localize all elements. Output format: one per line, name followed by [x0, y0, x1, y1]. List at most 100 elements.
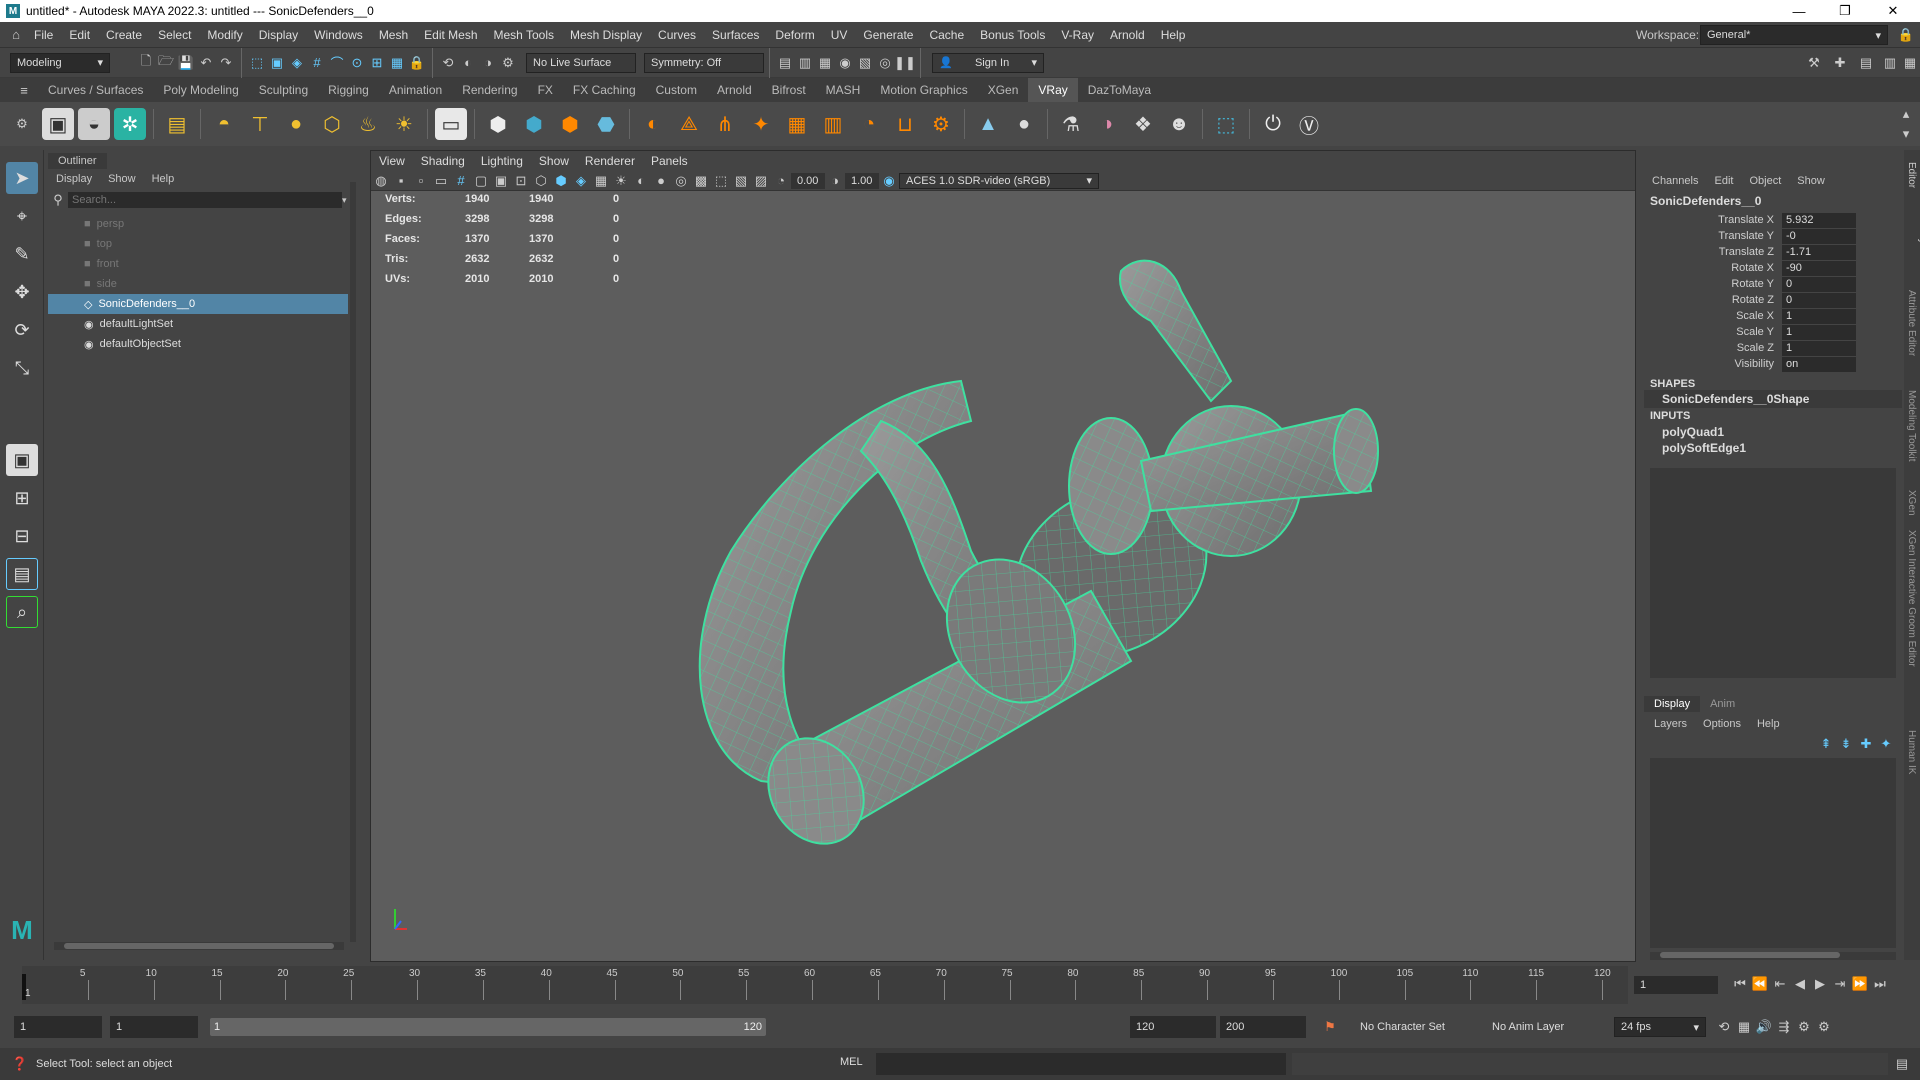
fps-dropdown[interactable]: 24 fps ▾	[1614, 1017, 1706, 1037]
scale-tool-icon[interactable]: ⤡	[6, 352, 38, 384]
vray-scene-icon[interactable]: ⬣	[590, 108, 622, 140]
channel-rotate-x[interactable]: Rotate X -90	[1644, 260, 1902, 276]
scrollbar-thumb[interactable]	[1660, 952, 1840, 958]
script-language-toggle[interactable]: MEL	[840, 1056, 863, 1068]
outliner-horizontal-scrollbar[interactable]	[54, 942, 344, 950]
timeline-track[interactable]: 1 5 10 15 20 25 30 35 40 45 50 55 60 65 70 75 80 85 90 95 1…	[22, 966, 1628, 1004]
outliner-search-input[interactable]	[68, 192, 342, 208]
viewport-menu-renderer[interactable]: Renderer	[577, 154, 643, 168]
shelf-tab-curves-surfaces[interactable]: Curves / Surfaces	[38, 78, 153, 102]
search-icon[interactable]: ⌕	[6, 596, 38, 628]
shelf-tab-fx[interactable]: FX	[528, 78, 563, 102]
chevron-down-icon[interactable]: ▾	[342, 195, 347, 206]
menu-vray[interactable]: V-Ray	[1053, 28, 1102, 42]
snap-view-icon[interactable]: ⊞	[367, 53, 387, 73]
lasso-tool-icon[interactable]: ⌖	[6, 200, 38, 232]
layer-menu-options[interactable]: Options	[1697, 718, 1747, 730]
channel-box-icon[interactable]: ▦	[1900, 53, 1920, 73]
vray-fur-mtl-icon[interactable]: ✦	[745, 108, 777, 140]
layer-tab-display[interactable]: Display	[1644, 696, 1701, 712]
menu-deform[interactable]: Deform	[767, 28, 822, 42]
sound-icon[interactable]: 🔊	[1754, 1017, 1774, 1037]
viewport-menu-view[interactable]: View	[371, 154, 413, 168]
input-node[interactable]: polyQuad1	[1644, 424, 1902, 440]
exposure-icon[interactable]: ◔	[771, 171, 791, 191]
menu-generate[interactable]: Generate	[855, 28, 921, 42]
menu-file[interactable]: File	[26, 28, 61, 42]
lights-icon[interactable]: ☀	[611, 171, 631, 191]
channel-translate-x[interactable]: Translate X 5.932	[1644, 212, 1902, 228]
workspace-dropdown[interactable]: General* ▾	[1700, 25, 1888, 45]
layer-scrollbar[interactable]	[1650, 952, 1896, 960]
auto-key-icon[interactable]: ⚑	[1320, 1017, 1340, 1037]
maximize-button[interactable]: ❐	[1822, 0, 1868, 22]
render-view-icon[interactable]: ▤	[775, 53, 795, 73]
close-button[interactable]: ✕	[1870, 0, 1916, 22]
filter-icon[interactable]: ⚲	[48, 190, 68, 210]
scroll-down-icon[interactable]: ▾	[1896, 124, 1916, 144]
menu-uv[interactable]: UV	[823, 28, 856, 42]
attribute-editor-icon[interactable]: ▤	[1856, 53, 1876, 73]
render-settings-icon[interactable]: ⚙	[498, 53, 518, 73]
channel-value[interactable]: on	[1782, 356, 1856, 372]
textured-icon[interactable]: ▦	[591, 171, 611, 191]
persp-outliner-icon[interactable]: ⊟	[6, 520, 38, 552]
shelf-tab-arnold[interactable]: Arnold	[707, 78, 762, 102]
snap-curve-icon[interactable]: ⌒	[327, 53, 347, 73]
vray-bucket-icon[interactable]: ⊔	[889, 108, 921, 140]
paint-select-icon[interactable]: ✎	[6, 238, 38, 270]
channel-scale-x[interactable]: Scale X 1	[1644, 308, 1902, 324]
four-view-icon[interactable]: ⊞	[6, 482, 38, 514]
viewport-menu-show[interactable]: Show	[531, 154, 577, 168]
camera-select-icon[interactable]: ◍	[371, 171, 391, 191]
vray-palette-icon[interactable]: ☻	[1163, 108, 1195, 140]
outliner-item-persp[interactable]: ■ persp	[48, 214, 348, 234]
save-scene-icon[interactable]: 💾	[176, 53, 196, 73]
motion-blur-icon[interactable]: ◎	[671, 171, 691, 191]
vray-sphere-mtl-icon[interactable]: ◔	[853, 108, 885, 140]
shelf-tab-mash[interactable]: MASH	[816, 78, 871, 102]
shelf-tab-rigging[interactable]: Rigging	[318, 78, 379, 102]
color-management-icon[interactable]: ◉	[879, 171, 899, 191]
scrollbar-thumb[interactable]	[64, 943, 334, 949]
menu-modify[interactable]: Modify	[199, 28, 250, 42]
shelf-menu-icon[interactable]: ≡	[14, 80, 34, 100]
channel-scale-z[interactable]: Scale Z 1	[1644, 340, 1902, 356]
undo-icon[interactable]: ↶	[196, 53, 216, 73]
range-slider[interactable]: 1 120	[210, 1018, 766, 1036]
side-tab-modeling-toolkit[interactable]: Modeling Toolkit	[1904, 380, 1919, 480]
vray-box-orange-icon[interactable]: ⬢	[554, 108, 586, 140]
play-forward-icon[interactable]: ▶	[1810, 974, 1830, 994]
outliner-vertical-scrollbar[interactable]	[350, 182, 356, 942]
channel-value[interactable]: -0	[1782, 228, 1856, 244]
shape-node[interactable]: SonicDefenders__0Shape	[1644, 390, 1902, 408]
rotate-tool-icon[interactable]: ⟳	[6, 314, 38, 346]
step-back-frame-icon[interactable]: ⇤	[1770, 974, 1790, 994]
snap-grid-icon[interactable]: #	[307, 53, 327, 73]
menu-curves[interactable]: Curves	[650, 28, 704, 42]
wireframe-on-shaded-icon[interactable]: ◈	[571, 171, 591, 191]
grid-icon[interactable]: #	[451, 171, 471, 191]
channel-rotate-z[interactable]: Rotate Z 0	[1644, 292, 1902, 308]
channel-translate-z[interactable]: Translate Z -1.71	[1644, 244, 1902, 260]
render-frame-icon[interactable]: ▥	[795, 53, 815, 73]
vray-shapes-icon[interactable]: ▲	[972, 108, 1004, 140]
outliner-item-sonicdefenders[interactable]: ◇ SonicDefenders__0	[48, 294, 348, 314]
right-earplug[interactable]	[1068, 259, 1379, 557]
shelf-tab-daztomaya[interactable]: DazToMaya	[1078, 78, 1161, 102]
viewport-menu-lighting[interactable]: Lighting	[473, 154, 531, 168]
vray-blend-icon[interactable]: ⟁	[673, 108, 705, 140]
menu-mesh-tools[interactable]: Mesh Tools	[486, 28, 562, 42]
side-tab-human-ik[interactable]: Human IK	[1904, 720, 1919, 780]
outliner-item-front[interactable]: ■ front	[48, 254, 348, 274]
settings-icon[interactable]: ⚙	[1814, 1017, 1834, 1037]
channel-value[interactable]: 0	[1782, 276, 1856, 292]
home-icon[interactable]: ⌂	[6, 25, 26, 45]
vray-grid-icon[interactable]: ▦	[781, 108, 813, 140]
side-tab-channel-box[interactable]: Channel Box / Layer Editor	[1904, 150, 1920, 280]
vray-color-icon[interactable]: ◑	[1091, 108, 1123, 140]
shelf-tab-rendering[interactable]: Rendering	[452, 78, 527, 102]
vray-box-icon[interactable]: ⬢	[482, 108, 514, 140]
layer-menu-layers[interactable]: Layers	[1644, 718, 1697, 730]
anim-end-field[interactable]: 200	[1220, 1016, 1306, 1038]
